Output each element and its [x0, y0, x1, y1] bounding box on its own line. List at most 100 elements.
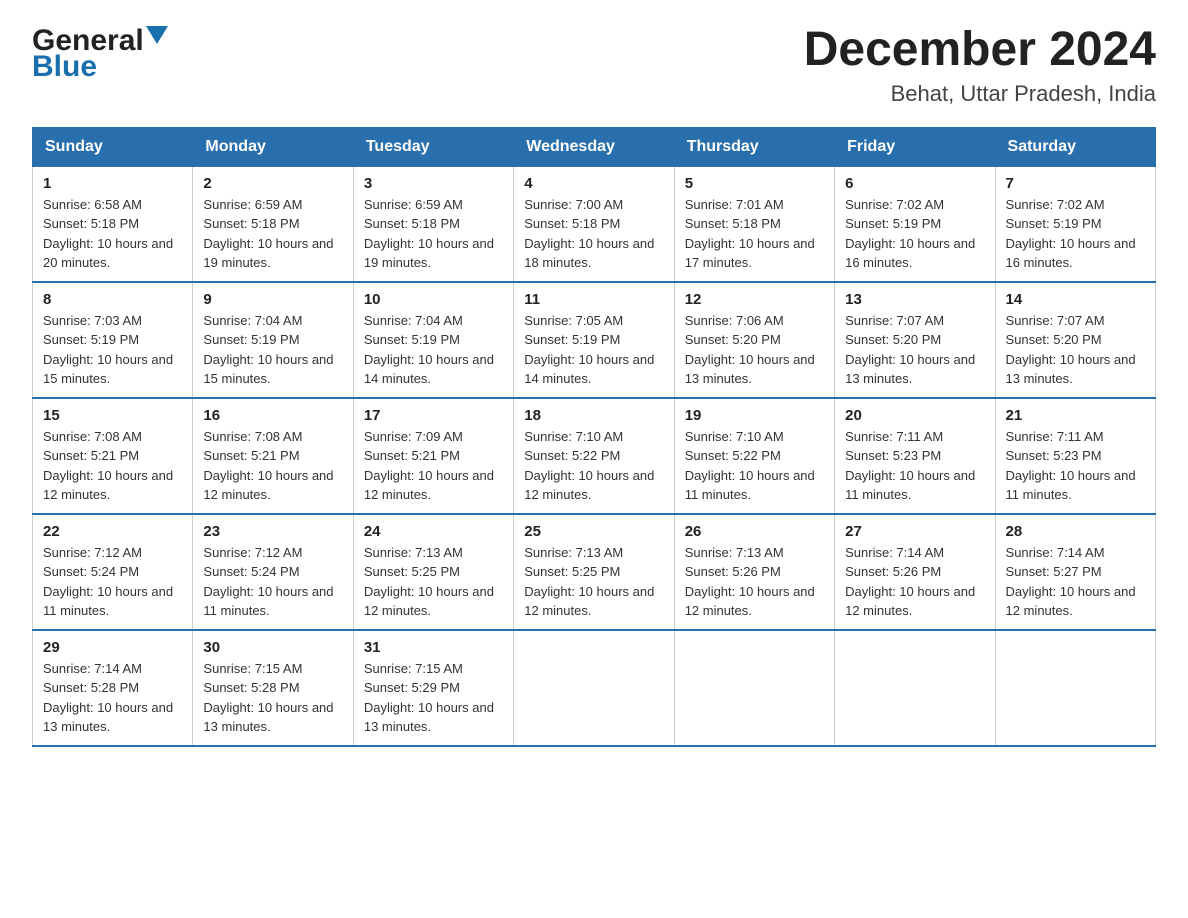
sunset-label: Sunset: 5:21 PM [43, 448, 139, 463]
day-info: Sunrise: 7:02 AM Sunset: 5:19 PM Dayligh… [845, 195, 984, 273]
day-info: Sunrise: 7:04 AM Sunset: 5:19 PM Dayligh… [203, 311, 342, 389]
col-header-thursday: Thursday [674, 127, 834, 166]
col-header-monday: Monday [193, 127, 353, 166]
calendar-header-row: Sunday Monday Tuesday Wednesday Thursday… [33, 127, 1156, 166]
table-row [514, 630, 674, 746]
day-info: Sunrise: 7:01 AM Sunset: 5:18 PM Dayligh… [685, 195, 824, 273]
day-number: 31 [364, 639, 503, 656]
col-header-tuesday: Tuesday [353, 127, 513, 166]
sunset-label: Sunset: 5:18 PM [364, 216, 460, 231]
table-row: 26 Sunrise: 7:13 AM Sunset: 5:26 PM Dayl… [674, 514, 834, 630]
sunrise-label: Sunrise: 7:10 AM [524, 429, 623, 444]
day-info: Sunrise: 7:09 AM Sunset: 5:21 PM Dayligh… [364, 427, 503, 505]
table-row: 10 Sunrise: 7:04 AM Sunset: 5:19 PM Dayl… [353, 282, 513, 398]
table-row: 13 Sunrise: 7:07 AM Sunset: 5:20 PM Dayl… [835, 282, 995, 398]
table-row: 31 Sunrise: 7:15 AM Sunset: 5:29 PM Dayl… [353, 630, 513, 746]
title-block: December 2024 Behat, Uttar Pradesh, Indi… [804, 24, 1156, 107]
daylight-label: Daylight: 10 hours and 16 minutes. [845, 236, 975, 271]
day-info: Sunrise: 7:14 AM Sunset: 5:27 PM Dayligh… [1006, 543, 1145, 621]
day-number: 6 [845, 175, 984, 192]
calendar-table: Sunday Monday Tuesday Wednesday Thursday… [32, 127, 1156, 747]
day-number: 19 [685, 407, 824, 424]
page-subtitle: Behat, Uttar Pradesh, India [804, 81, 1156, 107]
day-number: 2 [203, 175, 342, 192]
day-info: Sunrise: 7:05 AM Sunset: 5:19 PM Dayligh… [524, 311, 663, 389]
sunrise-label: Sunrise: 7:02 AM [1006, 197, 1105, 212]
table-row: 17 Sunrise: 7:09 AM Sunset: 5:21 PM Dayl… [353, 398, 513, 514]
day-number: 27 [845, 523, 984, 540]
day-number: 28 [1006, 523, 1145, 540]
sunrise-label: Sunrise: 7:13 AM [524, 545, 623, 560]
daylight-label: Daylight: 10 hours and 12 minutes. [203, 468, 333, 503]
day-number: 3 [364, 175, 503, 192]
sunset-label: Sunset: 5:18 PM [524, 216, 620, 231]
page-title: December 2024 [804, 24, 1156, 77]
sunset-label: Sunset: 5:19 PM [203, 332, 299, 347]
day-number: 7 [1006, 175, 1145, 192]
sunrise-label: Sunrise: 7:11 AM [1006, 429, 1104, 444]
day-info: Sunrise: 7:04 AM Sunset: 5:19 PM Dayligh… [364, 311, 503, 389]
sunrise-label: Sunrise: 7:04 AM [203, 313, 302, 328]
page-header: General Blue December 2024 Behat, Uttar … [32, 24, 1156, 107]
daylight-label: Daylight: 10 hours and 15 minutes. [43, 352, 173, 387]
day-number: 29 [43, 639, 182, 656]
logo-arrow-icon [146, 26, 168, 49]
day-number: 1 [43, 175, 182, 192]
sunrise-label: Sunrise: 7:14 AM [1006, 545, 1105, 560]
sunset-label: Sunset: 5:18 PM [203, 216, 299, 231]
daylight-label: Daylight: 10 hours and 14 minutes. [524, 352, 654, 387]
sunset-label: Sunset: 5:25 PM [364, 564, 460, 579]
table-row: 15 Sunrise: 7:08 AM Sunset: 5:21 PM Dayl… [33, 398, 193, 514]
daylight-label: Daylight: 10 hours and 12 minutes. [845, 584, 975, 619]
sunrise-label: Sunrise: 7:07 AM [845, 313, 944, 328]
daylight-label: Daylight: 10 hours and 11 minutes. [203, 584, 333, 619]
sunset-label: Sunset: 5:28 PM [43, 680, 139, 695]
sunset-label: Sunset: 5:27 PM [1006, 564, 1102, 579]
day-info: Sunrise: 7:12 AM Sunset: 5:24 PM Dayligh… [43, 543, 182, 621]
daylight-label: Daylight: 10 hours and 18 minutes. [524, 236, 654, 271]
day-number: 26 [685, 523, 824, 540]
table-row: 18 Sunrise: 7:10 AM Sunset: 5:22 PM Dayl… [514, 398, 674, 514]
day-number: 22 [43, 523, 182, 540]
week-row-1: 1 Sunrise: 6:58 AM Sunset: 5:18 PM Dayli… [33, 166, 1156, 282]
daylight-label: Daylight: 10 hours and 16 minutes. [1006, 236, 1136, 271]
day-number: 8 [43, 291, 182, 308]
sunset-label: Sunset: 5:20 PM [685, 332, 781, 347]
table-row: 8 Sunrise: 7:03 AM Sunset: 5:19 PM Dayli… [33, 282, 193, 398]
sunset-label: Sunset: 5:19 PM [845, 216, 941, 231]
day-info: Sunrise: 7:13 AM Sunset: 5:26 PM Dayligh… [685, 543, 824, 621]
day-info: Sunrise: 7:08 AM Sunset: 5:21 PM Dayligh… [203, 427, 342, 505]
sunset-label: Sunset: 5:28 PM [203, 680, 299, 695]
day-info: Sunrise: 7:11 AM Sunset: 5:23 PM Dayligh… [845, 427, 984, 505]
daylight-label: Daylight: 10 hours and 11 minutes. [685, 468, 815, 503]
week-row-3: 15 Sunrise: 7:08 AM Sunset: 5:21 PM Dayl… [33, 398, 1156, 514]
daylight-label: Daylight: 10 hours and 12 minutes. [364, 468, 494, 503]
table-row: 23 Sunrise: 7:12 AM Sunset: 5:24 PM Dayl… [193, 514, 353, 630]
day-info: Sunrise: 7:13 AM Sunset: 5:25 PM Dayligh… [364, 543, 503, 621]
sunset-label: Sunset: 5:24 PM [203, 564, 299, 579]
sunset-label: Sunset: 5:22 PM [685, 448, 781, 463]
col-header-sunday: Sunday [33, 127, 193, 166]
daylight-label: Daylight: 10 hours and 13 minutes. [845, 352, 975, 387]
sunset-label: Sunset: 5:19 PM [524, 332, 620, 347]
day-info: Sunrise: 7:10 AM Sunset: 5:22 PM Dayligh… [685, 427, 824, 505]
sunrise-label: Sunrise: 7:05 AM [524, 313, 623, 328]
sunset-label: Sunset: 5:23 PM [1006, 448, 1102, 463]
sunset-label: Sunset: 5:21 PM [364, 448, 460, 463]
day-info: Sunrise: 7:15 AM Sunset: 5:28 PM Dayligh… [203, 659, 342, 737]
day-number: 25 [524, 523, 663, 540]
daylight-label: Daylight: 10 hours and 11 minutes. [1006, 468, 1136, 503]
daylight-label: Daylight: 10 hours and 13 minutes. [364, 700, 494, 735]
sunrise-label: Sunrise: 7:10 AM [685, 429, 784, 444]
daylight-label: Daylight: 10 hours and 12 minutes. [524, 468, 654, 503]
sunrise-label: Sunrise: 7:08 AM [203, 429, 302, 444]
sunrise-label: Sunrise: 7:12 AM [43, 545, 142, 560]
table-row [674, 630, 834, 746]
day-number: 20 [845, 407, 984, 424]
col-header-wednesday: Wednesday [514, 127, 674, 166]
sunset-label: Sunset: 5:18 PM [43, 216, 139, 231]
sunrise-label: Sunrise: 7:08 AM [43, 429, 142, 444]
day-info: Sunrise: 7:14 AM Sunset: 5:26 PM Dayligh… [845, 543, 984, 621]
day-number: 23 [203, 523, 342, 540]
sunset-label: Sunset: 5:26 PM [685, 564, 781, 579]
